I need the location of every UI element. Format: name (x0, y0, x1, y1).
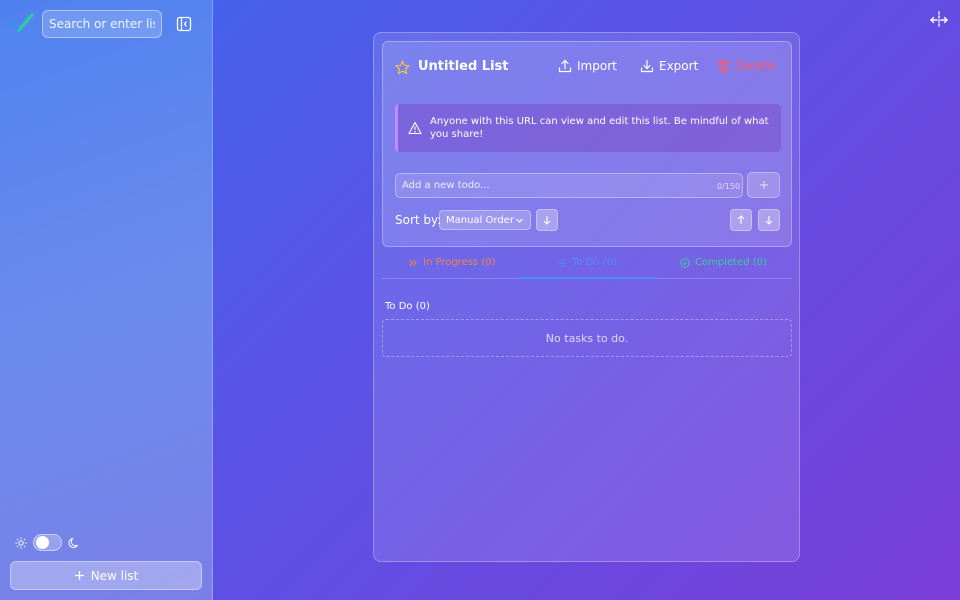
tab-to-do[interactable]: To Do (0) (557, 257, 617, 268)
search-input[interactable] (42, 10, 162, 38)
share-warning-text: Anyone with this URL can view and edit t… (430, 116, 769, 140)
move-up-button[interactable] (730, 209, 752, 231)
delete-button[interactable]: Delete (717, 59, 775, 73)
sidebar: New list (0, 0, 213, 600)
add-todo-button[interactable] (747, 172, 780, 198)
delete-label: Delete (736, 59, 776, 73)
collapse-sidebar-icon[interactable] (176, 16, 192, 32)
char-counter: 0/150 (717, 182, 741, 191)
tab-to-do-label: To Do (0) (572, 257, 617, 268)
sort-direction-button[interactable] (536, 209, 558, 231)
move-arrows-icon[interactable] (930, 11, 948, 29)
import-label: Import (577, 59, 617, 73)
toggle-knob (36, 536, 49, 549)
plus-icon (74, 571, 84, 580)
arrow-up-icon (737, 215, 745, 224)
star-icon[interactable] (395, 60, 410, 75)
arrow-down-icon (543, 216, 551, 225)
moon-icon (68, 537, 78, 548)
theme-switcher (15, 534, 80, 551)
list-title[interactable]: Untitled List (418, 59, 509, 74)
arrow-down-icon (765, 216, 773, 225)
list-header-card: Untitled List Import Export Delete Anyon… (382, 41, 792, 247)
check-circle-icon (680, 257, 690, 268)
empty-state: No tasks to do. (382, 319, 792, 357)
plus-icon (759, 181, 768, 189)
export-button[interactable]: Export (640, 59, 698, 73)
list-icon (558, 259, 566, 266)
list-card: Untitled List Import Export Delete Anyon… (373, 32, 800, 562)
import-button[interactable]: Import (558, 59, 617, 73)
app-logo-check-icon (10, 13, 34, 32)
new-list-label: New list (90, 568, 139, 583)
tab-completed[interactable]: Completed (0) (680, 257, 767, 268)
sort-selected-value: Manual Order (446, 214, 514, 226)
sun-icon (15, 537, 27, 548)
section-heading: To Do (0) (385, 301, 430, 312)
download-icon (640, 59, 654, 73)
tab-in-progress-label: In Progress (0) (423, 257, 496, 268)
status-tabs: In Progress (0) To Do (0) Completed (0) (382, 253, 792, 279)
new-todo-input[interactable] (395, 173, 743, 198)
move-down-button[interactable] (758, 209, 780, 231)
trash-icon (717, 59, 731, 73)
export-label: Export (659, 59, 699, 73)
warning-triangle-icon (408, 121, 422, 135)
theme-toggle[interactable] (33, 534, 62, 551)
sort-label: Sort by: (395, 213, 442, 227)
sort-order-select[interactable]: Manual Order (439, 210, 531, 230)
chevron-down-icon (516, 218, 523, 223)
tab-in-progress[interactable]: In Progress (0) (408, 257, 496, 268)
new-list-button[interactable]: New list (10, 561, 202, 590)
tab-completed-label: Completed (0) (695, 257, 767, 268)
double-chevron-right-icon (409, 259, 417, 266)
empty-state-message: No tasks to do. (545, 331, 629, 345)
share-warning-banner: Anyone with this URL can view and edit t… (395, 104, 781, 152)
active-tab-indicator (518, 277, 656, 279)
upload-icon (558, 59, 572, 73)
